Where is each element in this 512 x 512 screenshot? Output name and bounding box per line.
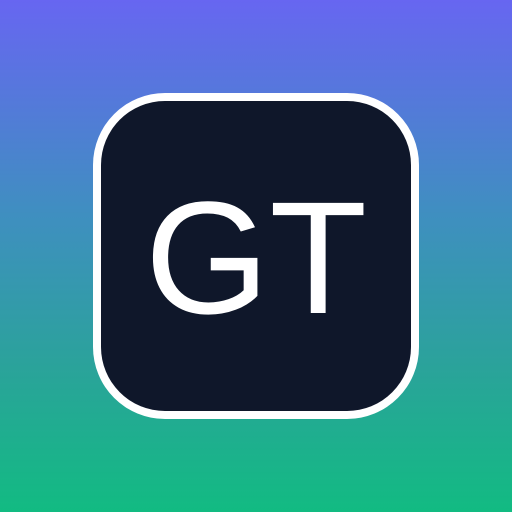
logo-monogram: GT [144, 168, 368, 347]
logo-tile: GT [101, 101, 411, 411]
